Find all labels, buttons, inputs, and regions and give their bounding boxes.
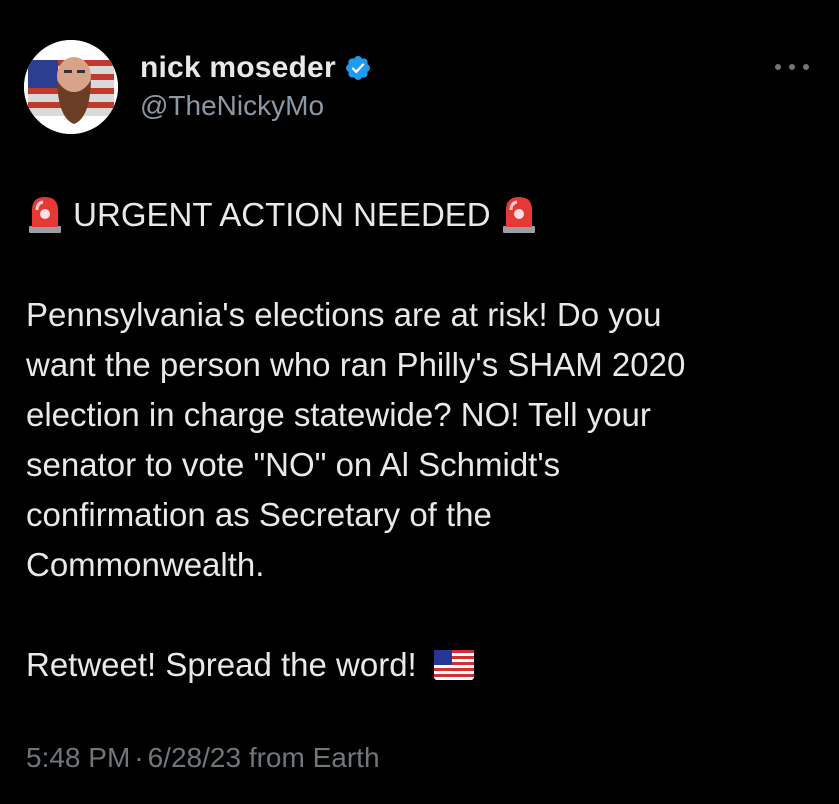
tweet-closing-line: Retweet! Spread the word! (26, 640, 806, 690)
tweet-meta: 5:48 PM · 6/28/23 from Earth (26, 742, 380, 774)
tweet-time[interactable]: 5:48 PM (26, 742, 130, 773)
more-dot (775, 64, 781, 70)
verified-badge-icon[interactable] (344, 54, 372, 82)
tweet-headline: URGENT ACTION NEEDED (73, 196, 491, 233)
tweet-headline-line: URGENT ACTION NEEDED (26, 190, 806, 240)
display-name[interactable]: nick moseder (140, 51, 336, 85)
more-dot (789, 64, 795, 70)
author-block: nick moseder @TheNickyMo (140, 50, 372, 122)
tweet-line: want the person who ran Philly's SHAM 20… (26, 346, 686, 383)
police-car-light-icon (26, 194, 64, 234)
tweet-text: URGENT ACTION NEEDED Pennsylvania's elec… (26, 190, 806, 690)
more-dot (803, 64, 809, 70)
tweet-line: Pennsylvania's elections are at risk! Do… (26, 296, 662, 333)
tweet-date[interactable]: 6/28/23 (148, 742, 241, 773)
tweet: nick moseder @TheNickyMo URGENT ACTION N… (0, 0, 839, 804)
avatar[interactable] (24, 40, 118, 134)
more-options-button[interactable] (775, 56, 809, 78)
tweet-source: from Earth (248, 742, 380, 773)
name-row: nick moseder (140, 50, 372, 86)
tweet-closing: Retweet! Spread the word! (26, 646, 417, 683)
tweet-line: senator to vote "NO" on Al Schmidt's (26, 446, 561, 483)
police-car-light-icon (500, 194, 538, 234)
meta-separator: · (134, 742, 144, 773)
tweet-line: Commonwealth. (26, 546, 265, 583)
avatar-image (24, 40, 118, 134)
user-handle[interactable]: @TheNickyMo (140, 90, 372, 122)
tweet-line: confirmation as Secretary of the (26, 496, 492, 533)
tweet-line: election in charge statewide? NO! Tell y… (26, 396, 651, 433)
us-flag-icon (433, 644, 474, 680)
